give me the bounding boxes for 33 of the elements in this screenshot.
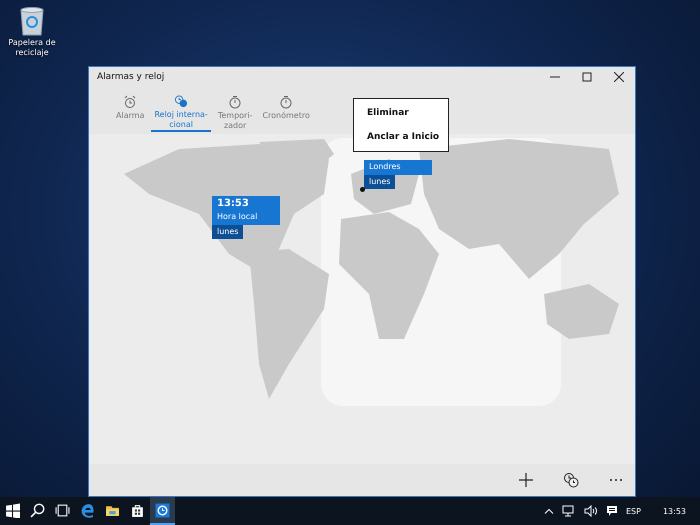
- search-icon: [30, 502, 45, 518]
- shopping-bag-icon: [130, 502, 145, 518]
- tab[interactable]: Tempori- zador: [214, 87, 256, 134]
- clock-card[interactable]: Londres: [364, 160, 432, 175]
- tab[interactable]: Cronómetro: [259, 87, 313, 134]
- more-icon[interactable]: [609, 478, 623, 482]
- desktop-icon-label[interactable]: Papelera de reciclaje: [2, 38, 62, 58]
- task-view-icon: [55, 502, 70, 518]
- volume-icon[interactable]: [584, 505, 598, 517]
- world-clock-icon: [174, 95, 188, 108]
- window-title: Alarmas y reloj: [97, 72, 166, 82]
- tab[interactable]: Reloj interna- cional: [151, 87, 211, 132]
- alarm-clock-icon: [123, 95, 138, 109]
- stopwatch-icon: [279, 95, 294, 109]
- clock-app-icon: [155, 502, 170, 518]
- menu-item[interactable]: Eliminar: [354, 104, 448, 122]
- notification-icon[interactable]: [606, 505, 618, 517]
- timer-icon: [228, 95, 242, 109]
- browser-icon: [80, 502, 95, 518]
- menu-item[interactable]: Anclar a Inicio: [354, 128, 448, 146]
- tab[interactable]: Alarma: [113, 87, 148, 134]
- add-icon[interactable]: [519, 473, 533, 487]
- start-icon: [5, 502, 20, 518]
- language-indicator[interactable]: ESP: [626, 506, 641, 516]
- world-clock-icon[interactable]: [563, 472, 579, 488]
- day-label: lunes: [212, 225, 244, 239]
- day-label: lunes: [364, 175, 396, 189]
- network-icon[interactable]: [562, 505, 576, 517]
- taskbar-clock[interactable]: 13:53: [662, 506, 686, 516]
- maximize-icon[interactable]: [582, 72, 592, 82]
- taskbar-button[interactable]: [150, 497, 175, 525]
- chevron-up-icon[interactable]: [544, 508, 554, 514]
- close-icon[interactable]: [614, 72, 624, 82]
